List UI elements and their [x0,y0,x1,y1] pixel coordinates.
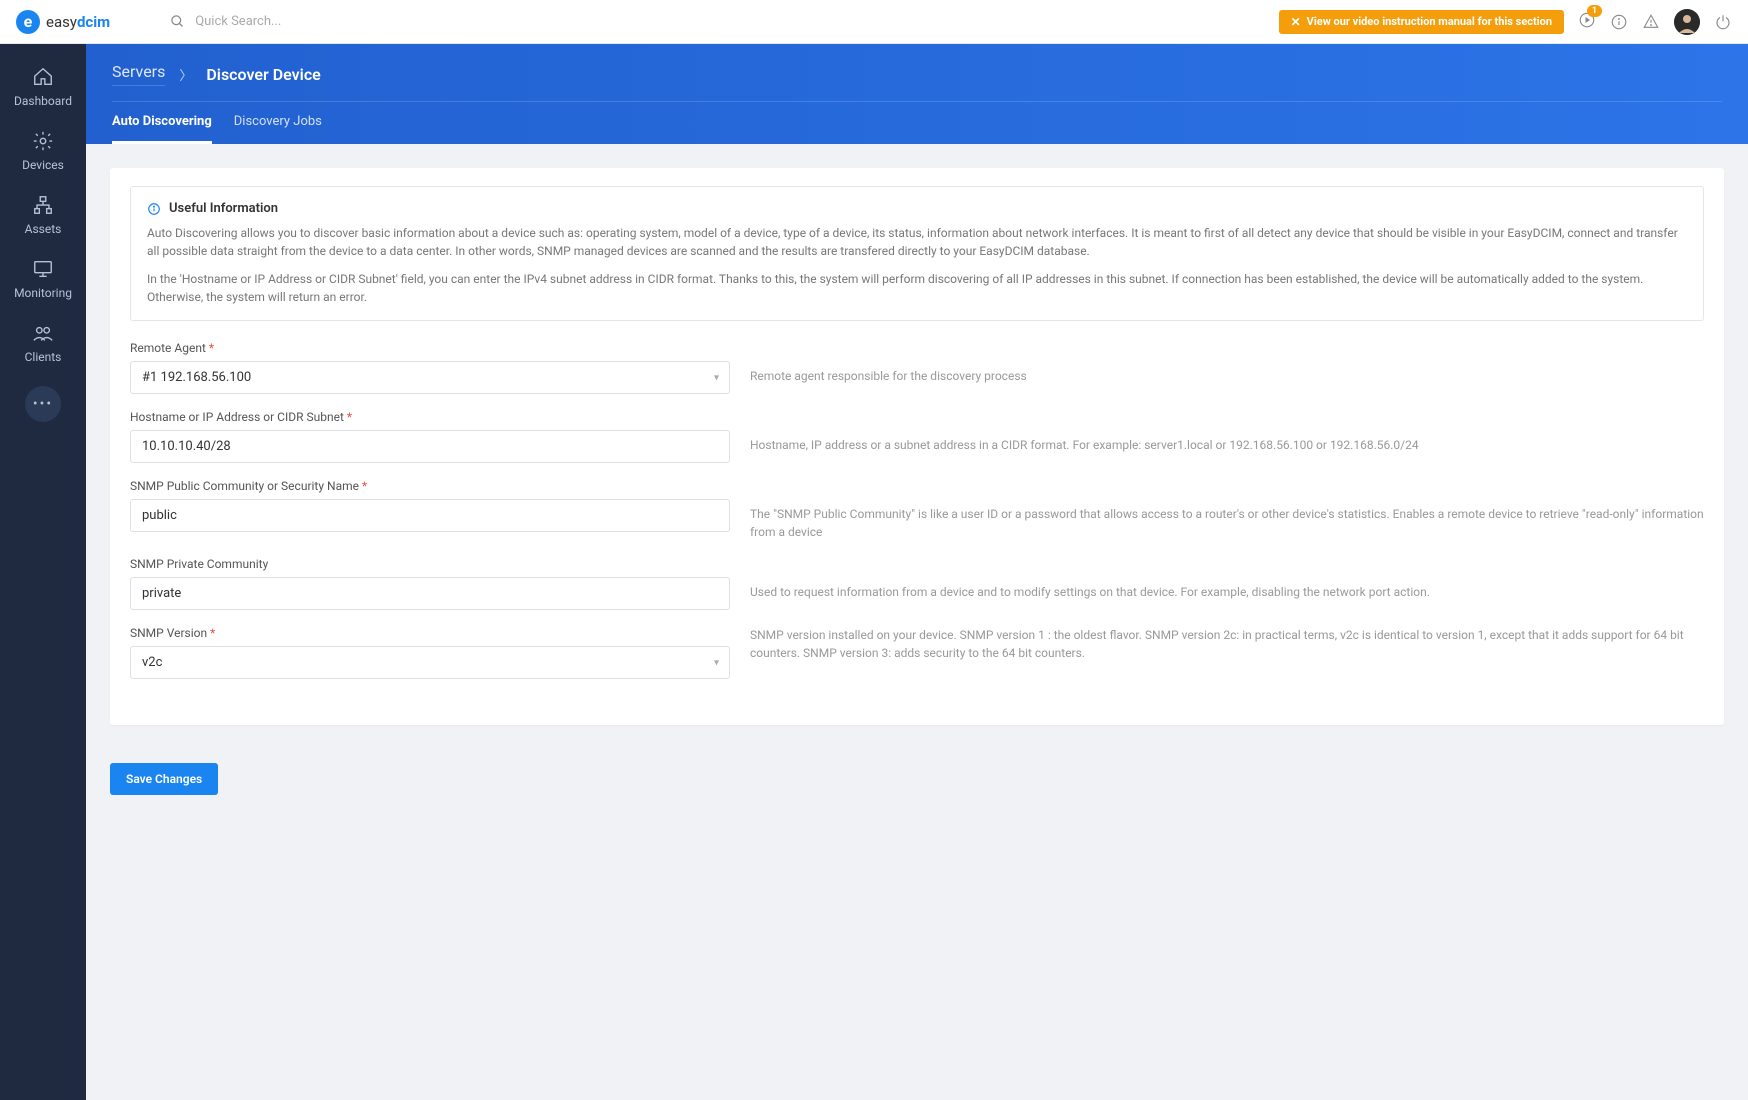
info-title: Useful Information [147,201,1687,216]
info-icon[interactable] [1610,13,1628,31]
home-icon [32,66,54,88]
logo-text: easydcim [46,13,110,31]
field-snmp-public: SNMP Public Community or Security Name *… [130,479,1704,541]
logo[interactable]: e easydcim [16,10,110,34]
breadcrumb-link-servers[interactable]: Servers [112,62,165,81]
snmp-public-input[interactable] [130,499,730,532]
monitor-icon [32,258,54,280]
sidebar-item-devices[interactable]: Devices [0,120,86,182]
gear-icon [32,130,54,152]
more-button[interactable]: ••• [25,386,61,422]
sidebar-item-assets[interactable]: Assets [0,184,86,246]
tab-auto-discovering[interactable]: Auto Discovering [112,102,212,144]
snmp-version-help: SNMP version installed on your device. S… [750,626,1704,662]
breadcrumb: Servers 〉 Discover Device [112,62,1722,101]
chevron-right-icon: 〉 [179,65,192,84]
snmp-public-help: The "SNMP Public Community" is like a us… [750,479,1704,541]
hostname-input[interactable] [130,430,730,463]
snmp-private-help: Used to request information from a devic… [750,557,1704,601]
search-input[interactable]: Quick Search... [170,14,281,29]
power-icon[interactable] [1714,13,1732,31]
close-icon[interactable]: ✕ [1291,15,1301,29]
field-snmp-version: SNMP Version * v2c ▾ SNMP version instal… [130,626,1704,679]
hostname-label: Hostname or IP Address or CIDR Subnet * [130,410,730,424]
breadcrumb-current: Discover Device [206,65,320,84]
info-paragraph-1: Auto Discovering allows you to discover … [147,224,1687,260]
info-paragraph-2: In the 'Hostname or IP Address or CIDR S… [147,270,1687,306]
users-icon [32,322,54,344]
field-snmp-private: SNMP Private Community Used to request i… [130,557,1704,610]
top-header: e easydcim Quick Search... ✕ View our vi… [0,0,1748,44]
avatar[interactable] [1674,9,1700,35]
logo-icon: e [16,10,40,34]
search-placeholder: Quick Search... [195,14,281,29]
video-instruction-banner[interactable]: ✕ View our video instruction manual for … [1279,10,1564,34]
tabs: Auto Discovering Discovery Jobs [112,102,1722,144]
main-content: Useful Information Auto Discovering allo… [86,144,1748,749]
warning-icon[interactable] [1642,13,1660,31]
chevron-down-icon: ▾ [714,372,719,383]
form-card: Useful Information Auto Discovering allo… [110,168,1724,725]
remote-agent-help: Remote agent responsible for the discove… [750,341,1704,385]
active-tab-underline [112,141,212,144]
notification-badge: 1 [1587,5,1602,17]
sidebar-item-dashboard[interactable]: Dashboard [0,56,86,118]
sidebar: Dashboard Devices Assets Monitoring Clie… [0,44,86,1100]
sidebar-item-clients[interactable]: Clients [0,312,86,374]
remote-agent-select[interactable]: #1 192.168.56.100 ▾ [130,361,730,394]
remote-agent-label: Remote Agent * [130,341,730,355]
snmp-private-input[interactable] [130,577,730,610]
sidebar-item-monitoring[interactable]: Monitoring [0,248,86,310]
field-hostname: Hostname or IP Address or CIDR Subnet * … [130,410,1704,463]
notification-button[interactable]: 1 [1578,11,1596,33]
snmp-private-label: SNMP Private Community [130,557,730,571]
header-right: ✕ View our video instruction manual for … [1279,9,1732,35]
search-icon [170,14,185,29]
save-button[interactable]: Save Changes [110,763,218,795]
page-header: Servers 〉 Discover Device Auto Discoveri… [86,44,1748,144]
footer-bar: Save Changes [86,749,1748,809]
info-icon [147,202,161,216]
snmp-public-label: SNMP Public Community or Security Name * [130,479,730,493]
hostname-help: Hostname, IP address or a subnet address… [750,410,1704,454]
useful-information-box: Useful Information Auto Discovering allo… [130,186,1704,321]
snmp-version-label: SNMP Version * [130,626,730,640]
chevron-down-icon: ▾ [714,657,719,668]
tab-discovery-jobs[interactable]: Discovery Jobs [234,102,322,144]
field-remote-agent: Remote Agent * #1 192.168.56.100 ▾ Remot… [130,341,1704,394]
snmp-version-select[interactable]: v2c ▾ [130,646,730,679]
hierarchy-icon [32,194,54,216]
